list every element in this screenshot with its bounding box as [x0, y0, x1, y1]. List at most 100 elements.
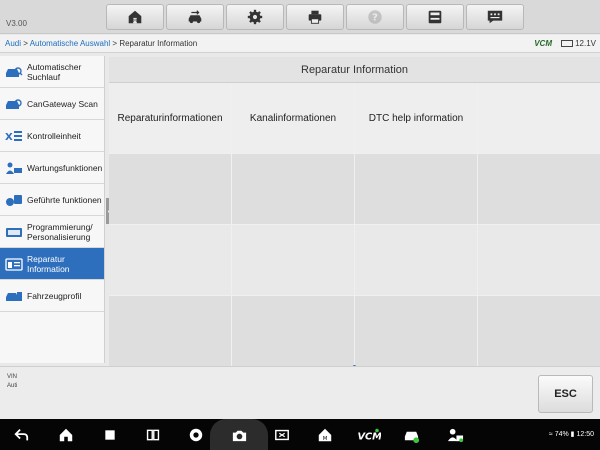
home-button[interactable]: M [106, 4, 164, 30]
tile-empty [355, 154, 477, 224]
sidebar-item-label: Automatischer Suchlauf [27, 61, 82, 82]
sidebar-item-vehicle-profile[interactable]: Fahrzeugprofil [0, 280, 104, 312]
tile-empty [478, 296, 600, 366]
screenshot-button[interactable] [230, 426, 248, 444]
voltage-value: 12.1V [575, 39, 596, 48]
page-title: Reparatur Information [109, 57, 600, 83]
top-toolbar: V3.00 M ? [0, 0, 600, 34]
breadcrumb-auto-select[interactable]: Automatische Auswahl [30, 39, 111, 48]
sidebar-item-label: Fahrzeugprofil [27, 290, 82, 301]
sidebar-item-cangateway-scan[interactable]: CanGateway Scan [0, 88, 104, 120]
vin-label: VIN [7, 374, 18, 380]
version-label: V3.00 [6, 19, 27, 28]
app-window: V3.00 M ? Audi > Automatische Auswahl > … [0, 0, 600, 450]
tile-empty [478, 83, 600, 153]
sidebar-item-control-unit[interactable]: X Kontrolleinheit [0, 120, 104, 152]
settings-button[interactable] [226, 4, 284, 30]
split-screen-icon [146, 429, 160, 441]
vehicle-info: VIN Auti [7, 373, 17, 391]
vcm-indicator: VCM [534, 39, 552, 48]
save-icon [428, 10, 442, 24]
home-icon: M [318, 428, 332, 442]
sidebar-item-repair-information[interactable]: Reparatur Information [0, 248, 104, 280]
svg-text:M: M [133, 18, 137, 24]
android-home-button[interactable] [57, 426, 75, 444]
control-unit-icon: X [5, 130, 22, 143]
vehicle-status-button[interactable] [402, 426, 420, 444]
sidebar-item-label: Programmierung/ Personalisierung [27, 221, 93, 242]
tile-empty [232, 154, 354, 224]
sidebar: Automatischer Suchlauf CanGateway Scan X… [0, 56, 105, 363]
app-home-button[interactable]: M [316, 426, 334, 444]
technician-icon [447, 428, 463, 442]
save-button[interactable] [406, 4, 464, 30]
tile-channel-info[interactable]: Kanalinformationen [232, 83, 354, 153]
gear-icon [247, 9, 263, 25]
toolbar-buttons: M ? [106, 4, 526, 30]
tile-dtc-help[interactable]: DTC help information [355, 83, 477, 153]
sidebar-item-auto-scan[interactable]: Automatischer Suchlauf [0, 56, 104, 88]
support-button[interactable] [446, 426, 464, 444]
car-search-icon [6, 66, 23, 77]
recent-apps-icon [105, 430, 115, 440]
vcm-icon: VCM [357, 428, 381, 442]
car-scan-icon [6, 98, 22, 109]
screen-record-icon [275, 429, 289, 441]
help-button[interactable]: ? [346, 4, 404, 30]
back-button[interactable] [12, 426, 30, 444]
back-icon [14, 429, 29, 441]
svg-text:?: ? [372, 13, 378, 24]
main-panel: Reparatur Information Reparaturinformati… [109, 57, 600, 366]
split-screen-button[interactable] [144, 426, 162, 444]
tile-repair-info[interactable]: Reparaturinformationen [109, 83, 231, 153]
sidebar-item-label: Geführte funktionen [27, 194, 102, 205]
recent-apps-button[interactable] [101, 426, 119, 444]
home-icon [59, 428, 73, 442]
vehicle-profile-icon [6, 291, 22, 301]
print-button[interactable] [286, 4, 344, 30]
breadcrumb-separator: > [21, 39, 30, 48]
home-icon: M [128, 10, 142, 24]
breadcrumb-current: Reparatur Information [119, 39, 198, 48]
tile-empty [478, 225, 600, 295]
screen-record-button[interactable] [273, 426, 291, 444]
browser-button[interactable] [187, 426, 205, 444]
sidebar-item-label: Reparatur Information [27, 253, 70, 274]
car-icon [404, 431, 419, 443]
vehicle-swap-button[interactable] [166, 4, 224, 30]
help-icon: ? [368, 10, 382, 24]
camera-icon [232, 430, 246, 441]
sidebar-item-label: CanGateway Scan [27, 98, 98, 109]
tile-empty [109, 296, 231, 366]
vcm-button[interactable]: VCM [356, 426, 382, 444]
tile-empty [478, 154, 600, 224]
battery-icon: ▮ [570, 431, 575, 438]
breadcrumb: Audi > Automatische Auswahl > Reparatur … [0, 35, 600, 53]
vehicle-name: Auti [7, 383, 18, 389]
sidebar-item-guided-functions[interactable]: Geführte funktionen [0, 184, 104, 216]
tile-empty [355, 296, 477, 366]
function-grid: Reparaturinformationen Kanalinformatione… [109, 83, 600, 366]
sidebar-item-programming[interactable]: Programmierung/ Personalisierung [0, 216, 104, 248]
breadcrumb-audi[interactable]: Audi [5, 39, 21, 48]
sidebar-item-label: Kontrolleinheit [27, 130, 81, 141]
guided-icon [6, 194, 22, 206]
battery-percent: 74% [554, 431, 569, 438]
breadcrumb-separator: > [110, 39, 120, 48]
tile-empty [232, 296, 354, 366]
svg-text:M: M [323, 436, 328, 442]
esc-button[interactable]: ESC [538, 375, 593, 413]
mechanic-icon [6, 162, 22, 174]
sidebar-item-label: Wartungsfunktionen [27, 162, 103, 173]
android-nav-bar [0, 419, 600, 450]
vehicle-swap-icon [188, 10, 202, 24]
sidebar-item-maintenance[interactable]: Wartungsfunktionen [0, 152, 104, 184]
clock: 12:50 [576, 431, 594, 438]
tile-empty [109, 154, 231, 224]
browser-icon [189, 428, 203, 442]
message-button[interactable] [466, 4, 524, 30]
tile-empty [232, 225, 354, 295]
tile-empty [109, 225, 231, 295]
tile-empty [355, 225, 477, 295]
android-status: ≈ 74% ▮ 12:50 [549, 430, 594, 438]
